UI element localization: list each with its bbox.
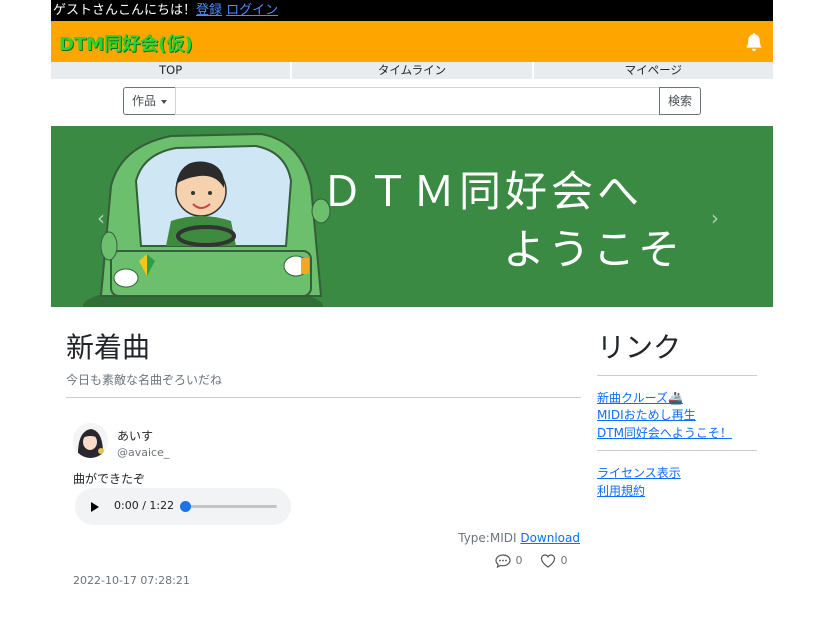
carousel-next-button[interactable]: › [711, 206, 719, 230]
links-sidebar: リンク 新曲クルーズ🚢 MIDIおためし再生 DTM同好会へようこそ！ ライセン… [597, 330, 757, 498]
search-button[interactable]: 検索 [659, 87, 701, 115]
banner-title-line2: ようこそ [503, 225, 684, 274]
comment-button[interactable]: 0 [494, 553, 523, 569]
login-link[interactable]: ログイン [226, 3, 278, 18]
header: DTM同好会(仮) [51, 21, 773, 62]
bell-icon[interactable] [745, 33, 763, 51]
audio-seek-handle[interactable] [180, 501, 191, 512]
sidebar-link-license[interactable]: ライセンス表示 [597, 464, 681, 481]
carousel-prev-button[interactable]: ‹ [97, 206, 105, 230]
top-bar: ゲストさんこんにちは！登録 ログイン [51, 0, 773, 21]
sidebar-divider-2 [597, 450, 757, 451]
sidebar-link-midi-player[interactable]: MIDIおためし再生 [597, 406, 696, 423]
new-songs-section: 新着曲 今日も素敵な名曲ぞろいだね あいす @avaice_ 曲ができたぞ 0:… [66, 330, 581, 587]
sidebar-link-welcome[interactable]: DTM同好会へようこそ！ [597, 424, 732, 441]
like-button[interactable]: 0 [539, 553, 568, 569]
search-bar: 作品 検索 [123, 87, 701, 115]
play-icon[interactable] [91, 502, 99, 512]
sidebar-link-cruise[interactable]: 新曲クルーズ🚢 [597, 389, 683, 406]
post-date: 2022-10-17 07:28:21 [73, 574, 190, 587]
section-subtitle: 今日も素敵な名曲ぞろいだね [66, 373, 223, 387]
tab-mypage[interactable]: マイページ [533, 62, 773, 79]
file-type-label: Type:MIDI [458, 531, 517, 545]
comment-icon [495, 554, 511, 569]
welcome-banner: ‹ ＤＴＭ同好会へ ようこそ › [51, 126, 773, 307]
sidebar-link-terms[interactable]: 利用規約 [597, 482, 645, 499]
user-handle: @avaice_ [117, 446, 170, 459]
audio-time: 0:00 / 1:22 [114, 499, 175, 512]
page: ゲストさんこんにちは！登録 ログイン DTM同好会(仮) TOP タイムライン … [51, 0, 773, 587]
sidebar-divider [597, 375, 757, 376]
post-text: 曲ができたぞ [73, 472, 146, 486]
category-dropdown[interactable]: 作品 [123, 87, 176, 115]
greeting-text: ゲストさんこんにちは！ [53, 3, 197, 18]
site-logo[interactable]: DTM同好会(仮) [59, 30, 193, 56]
audio-seek-bar[interactable] [185, 505, 277, 508]
file-type: Type:MIDI Download [458, 531, 580, 545]
audio-player: 0:00 / 1:22 [75, 488, 291, 525]
sidebar-title: リンク [597, 331, 682, 364]
avatar-image [73, 423, 108, 458]
divider [66, 397, 581, 398]
download-link[interactable]: Download [520, 531, 580, 545]
tab-top[interactable]: TOP [51, 62, 291, 79]
heart-icon [540, 554, 556, 568]
register-link[interactable]: 登録 [196, 3, 222, 18]
avatar[interactable] [73, 423, 108, 458]
banner-title-line1: ＤＴＭ同好会へ [321, 167, 644, 216]
category-dropdown-label: 作品 [131, 94, 156, 108]
user-name[interactable]: あいす [117, 427, 153, 444]
caret-down-icon [161, 99, 167, 104]
search-input[interactable] [175, 87, 661, 115]
section-title: 新着曲 [66, 331, 151, 364]
like-count: 0 [560, 554, 568, 567]
main-nav: TOP タイムライン マイページ [51, 62, 773, 79]
comment-count: 0 [515, 554, 523, 567]
tab-timeline[interactable]: タイムライン [292, 62, 532, 79]
